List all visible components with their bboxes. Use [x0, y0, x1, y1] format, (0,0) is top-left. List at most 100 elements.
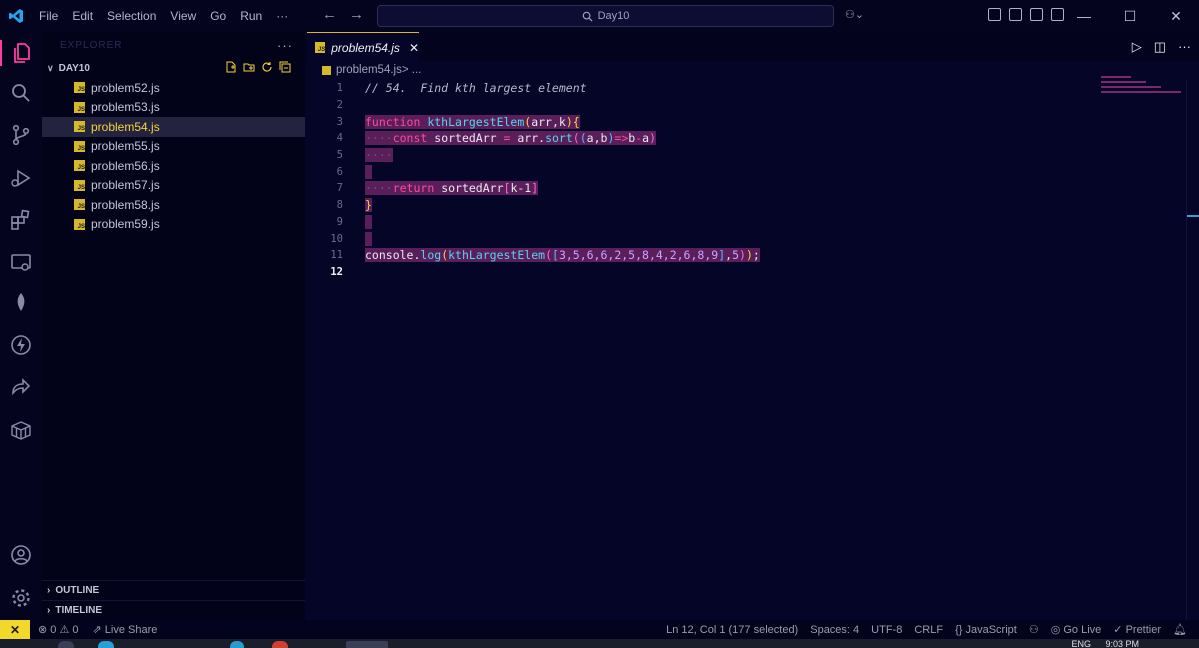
language-mode[interactable]: {} JavaScript	[955, 624, 1017, 636]
file-problem52[interactable]: JS problem52.js	[42, 78, 305, 98]
refresh-icon[interactable]	[261, 61, 273, 73]
warning-count: 0	[72, 624, 79, 636]
toggle-panel-icon[interactable]	[1030, 8, 1043, 21]
file-problem59[interactable]: JS problem59.js	[42, 215, 305, 235]
clock-time[interactable]: 9:03 PM	[1105, 639, 1139, 648]
file-problem54[interactable]: JS problem54.js	[42, 117, 305, 137]
remote-indicator-icon[interactable]: ✕	[0, 620, 30, 639]
file-problem55[interactable]: JS problem55.js	[42, 137, 305, 157]
explorer-title: EXPLORER	[60, 39, 123, 51]
vertical-scrollbar[interactable]	[1186, 80, 1199, 620]
code-editor[interactable]: 1 // 54. Find kth largest element 2 3 func…	[305, 80, 1165, 280]
run-debug-icon[interactable]	[8, 165, 34, 191]
taskbar-app-icon[interactable]	[98, 641, 114, 648]
code-text	[365, 164, 372, 179]
remote-explorer-icon[interactable]	[8, 250, 34, 276]
taskbar-active-app[interactable]	[346, 641, 388, 648]
code-line: 3 function kthLargestElem(arr,k){	[305, 113, 1165, 130]
go-live-label: Go Live	[1063, 624, 1102, 636]
code-array: 3,5,6,6,2,5,8,4,2,6,8,9	[558, 248, 719, 263]
scrollbar-cursor-marker	[1187, 215, 1199, 217]
forward-arrow-icon[interactable]: →	[349, 6, 364, 23]
menu-more[interactable]: ···	[269, 0, 295, 32]
new-folder-icon[interactable]	[243, 61, 255, 73]
more-actions-icon[interactable]: ···	[1178, 39, 1191, 55]
menu-bar: File Edit Selection View Go Run ···	[32, 0, 295, 32]
search-icon[interactable]	[8, 80, 34, 106]
file-name: problem52.js	[91, 80, 160, 95]
extensions-icon[interactable]	[8, 207, 34, 233]
file-problem58[interactable]: JS problem58.js	[42, 195, 305, 215]
new-file-icon[interactable]	[225, 61, 237, 73]
prettier-status[interactable]: ✓ Prettier	[1113, 623, 1161, 636]
code-line: 12	[305, 264, 1165, 281]
command-center-search[interactable]: Day10	[377, 5, 834, 27]
live-share-status[interactable]: ⇗ Live Share	[93, 623, 158, 636]
keyboard-language[interactable]: ENG	[1071, 639, 1091, 648]
close-tab-icon[interactable]: ✕	[409, 41, 419, 55]
menu-edit[interactable]: Edit	[65, 0, 100, 32]
file-problem53[interactable]: JS problem53.js	[42, 98, 305, 118]
file-problem56[interactable]: JS problem56.js	[42, 156, 305, 176]
file-problem57[interactable]: JS problem57.js	[42, 176, 305, 196]
back-arrow-icon[interactable]: ←	[322, 6, 337, 23]
menu-selection[interactable]: Selection	[100, 0, 163, 32]
menu-file[interactable]: File	[32, 0, 65, 32]
line-number: 9	[336, 215, 343, 228]
js-file-icon: JS	[74, 179, 85, 191]
line-number: 2	[336, 99, 343, 112]
explorer-icon[interactable]	[0, 40, 42, 66]
accounts-icon[interactable]	[8, 542, 34, 568]
source-control-icon[interactable]	[8, 122, 34, 148]
taskbar-app-icon[interactable]	[58, 641, 74, 648]
copilot-status-icon[interactable]: ⚇	[1029, 623, 1039, 636]
line-number: 3	[336, 115, 343, 128]
taskbar-app-icon[interactable]	[230, 641, 244, 648]
code-params: arr,k	[531, 114, 566, 129]
layout-controls	[988, 8, 1064, 21]
maximize-icon[interactable]: ☐	[1107, 0, 1153, 32]
run-code-icon[interactable]: ▷	[1132, 39, 1142, 55]
thunder-client-icon[interactable]	[8, 332, 34, 358]
split-editor-icon[interactable]: ◫	[1154, 39, 1166, 55]
menu-view[interactable]: View	[163, 0, 203, 32]
cursor-position[interactable]: Ln 12, Col 1 (177 selected)	[666, 624, 798, 636]
go-live-button[interactable]: ◎ Go Live	[1051, 623, 1102, 636]
customize-layout-icon[interactable]	[988, 8, 1001, 21]
folder-name: DAY10	[58, 62, 90, 74]
settings-gear-icon[interactable]	[8, 585, 34, 611]
copilot-icon[interactable]: ⚇⌄	[845, 8, 864, 21]
file-name: problem55.js	[91, 139, 160, 154]
minimap[interactable]	[1101, 76, 1181, 106]
line-number: 8	[336, 199, 343, 212]
code-text: }	[365, 198, 372, 213]
tab-label: problem54.js	[331, 40, 400, 55]
js-file-icon: JS	[74, 82, 85, 94]
mongodb-leaf-icon[interactable]	[8, 290, 34, 316]
notifications-bell-icon[interactable]: 🔔︎	[1173, 623, 1187, 636]
breadcrumb-file[interactable]: problem54.js	[336, 64, 402, 76]
folder-day10[interactable]: ∨ DAY10	[42, 58, 305, 78]
containers-icon[interactable]	[8, 417, 34, 443]
minimize-icon[interactable]: —	[1061, 0, 1107, 32]
section-timeline[interactable]: › TIMELINE	[42, 600, 305, 620]
taskbar-app-icon[interactable]	[272, 641, 288, 648]
code-method: log	[420, 248, 442, 263]
close-window-icon[interactable]: ✕	[1153, 0, 1199, 32]
minimap-line	[1101, 86, 1161, 88]
collapse-all-icon[interactable]	[279, 61, 291, 73]
line-ending[interactable]: CRLF	[914, 624, 943, 636]
indentation[interactable]: Spaces: 4	[810, 624, 859, 636]
live-share-icon[interactable]	[8, 374, 34, 400]
menu-go[interactable]: Go	[203, 0, 233, 32]
encoding[interactable]: UTF-8	[871, 624, 902, 636]
code-line: 9	[305, 214, 1165, 231]
explorer-more-button[interactable]: ···	[277, 38, 293, 53]
file-name: problem57.js	[91, 178, 160, 193]
live-share-label: Live Share	[104, 624, 158, 636]
menu-run[interactable]: Run	[233, 0, 269, 32]
section-outline[interactable]: › OUTLINE	[42, 580, 305, 600]
problems-indicator[interactable]: ⊗ 0 ⚠ 0	[38, 623, 79, 636]
tab-problem54[interactable]: JS problem54.js ✕	[307, 32, 419, 62]
toggle-primary-sidebar-icon[interactable]	[1009, 8, 1022, 21]
